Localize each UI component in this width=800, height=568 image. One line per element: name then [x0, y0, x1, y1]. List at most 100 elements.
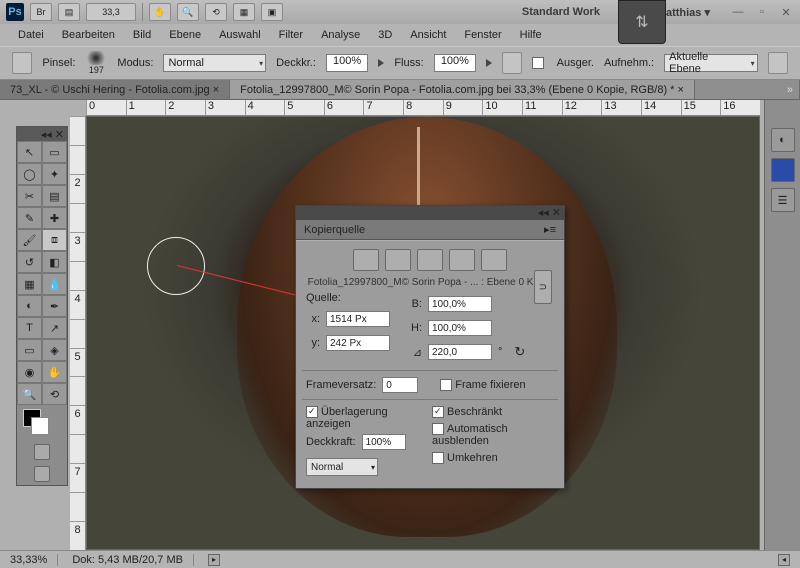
source-5-icon[interactable] [481, 249, 507, 271]
screen-mode-icon[interactable]: ▣ [261, 3, 283, 21]
autohide-checkbox[interactable] [432, 423, 444, 435]
workspace-label[interactable]: Standard Work [522, 6, 600, 18]
background-swatch[interactable] [31, 417, 49, 435]
airbrush-icon[interactable] [502, 52, 522, 74]
panel-styles-icon[interactable]: ☰ [771, 188, 795, 212]
quickmask-icon[interactable] [34, 444, 50, 460]
user-menu[interactable]: atthias ▾ [666, 6, 710, 19]
mode-dropdown[interactable]: Normal [163, 54, 266, 72]
type-tool[interactable]: T [17, 317, 42, 339]
overlay-checkbox[interactable] [306, 406, 318, 418]
zoom-icon[interactable]: 🔍 [177, 3, 199, 21]
status-flyout-icon[interactable]: ▸ [208, 554, 220, 566]
aligned-checkbox[interactable] [532, 57, 543, 69]
panel-close-icon[interactable]: ✕ [552, 206, 561, 220]
shape-tool[interactable]: ▭ [17, 339, 42, 361]
flow-field[interactable]: 100% [434, 54, 476, 72]
3d-tool[interactable]: ◈ [42, 339, 67, 361]
menu-hilfe[interactable]: Hilfe [520, 29, 542, 41]
menu-analyse[interactable]: Analyse [321, 29, 360, 41]
rotate-icon[interactable]: ⟲ [205, 3, 227, 21]
lasso-tool[interactable]: ◯ [17, 163, 42, 185]
clone-stamp-tool[interactable]: ⧈ [42, 229, 67, 251]
eraser-tool[interactable]: ◧ [42, 251, 67, 273]
pen-tool[interactable]: ✒ [42, 295, 67, 317]
ignore-adj-icon[interactable] [768, 52, 788, 74]
clipped-checkbox[interactable] [432, 406, 444, 418]
hand-icon[interactable]: ✋ [149, 3, 171, 21]
floating-panel-tab[interactable]: ⇅ [618, 0, 666, 44]
panel-collapse-icon[interactable]: ◂◂ [538, 206, 549, 220]
sample-dropdown[interactable]: Aktuelle Ebene [664, 54, 758, 72]
panel-title[interactable]: Kopierquelle [304, 224, 365, 236]
bridge-icon[interactable]: Br [30, 3, 52, 21]
y-field[interactable] [326, 335, 390, 351]
menu-bild[interactable]: Bild [133, 29, 151, 41]
tab-doc2[interactable]: Fotolia_12997800_M© Sorin Popa - Fotolia… [230, 80, 695, 99]
brush-tool[interactable]: 🖌 [17, 229, 42, 251]
zoom-tool[interactable]: 🔍 [17, 383, 42, 405]
panel-color-icon[interactable]: ◐ [771, 128, 795, 152]
close-icon[interactable]: ✕ [778, 6, 794, 18]
menu-3d[interactable]: 3D [378, 29, 392, 41]
brush-preview-icon[interactable] [85, 51, 107, 65]
wand-tool[interactable]: ✦ [42, 163, 67, 185]
panel-swatch-icon[interactable] [771, 158, 795, 182]
menu-datei[interactable]: Datei [18, 29, 44, 41]
status-doc[interactable]: Dok: 5,43 MB/20,7 MB [72, 554, 194, 566]
slice-tool[interactable]: ▤ [42, 185, 67, 207]
opacity-field[interactable]: 100% [326, 54, 368, 72]
lock-frame-checkbox[interactable] [440, 379, 452, 391]
history-icon[interactable]: ▤ [58, 3, 80, 21]
eyedropper-tool[interactable]: ✎ [17, 207, 42, 229]
maximize-icon[interactable]: ▫ [754, 6, 770, 18]
close-panel-icon[interactable]: ✕ [55, 128, 64, 141]
source-3-icon[interactable] [417, 249, 443, 271]
source-2-icon[interactable] [385, 249, 411, 271]
rotate-tool[interactable]: ⟲ [42, 383, 67, 405]
lock-ratio-icon[interactable]: ⊃ [534, 270, 552, 304]
marquee-tool[interactable]: ▭ [42, 141, 67, 163]
h-field[interactable] [428, 320, 492, 336]
menu-filter[interactable]: Filter [279, 29, 303, 41]
arrange-icon[interactable]: ▦ [233, 3, 255, 21]
invert-checkbox[interactable] [432, 452, 444, 464]
scroll-left-icon[interactable]: ◂ [778, 554, 790, 566]
blend-dropdown[interactable]: Normal [306, 458, 378, 476]
menu-ansicht[interactable]: Ansicht [410, 29, 446, 41]
crop-tool[interactable]: ✂ [17, 185, 42, 207]
tool-preset-icon[interactable] [12, 52, 32, 74]
x-field[interactable] [326, 311, 390, 327]
panel-menu-icon[interactable]: ▸≡ [544, 223, 556, 236]
heal-tool[interactable]: ✚ [42, 207, 67, 229]
menu-bearbeiten[interactable]: Bearbeiten [62, 29, 115, 41]
dodge-tool[interactable]: ◐ [17, 295, 42, 317]
p-opacity-field[interactable] [362, 434, 406, 450]
collapse-icon[interactable]: ◂◂ [41, 128, 52, 141]
menu-auswahl[interactable]: Auswahl [219, 29, 261, 41]
source-4-icon[interactable] [449, 249, 475, 271]
tab-doc1[interactable]: 73_XL - © Uschi Hering - Fotolia.com.jpg… [0, 80, 230, 99]
menu-ebene[interactable]: Ebene [169, 29, 201, 41]
3d-camera-tool[interactable]: ◉ [17, 361, 42, 383]
tab-overflow[interactable]: » [695, 80, 800, 99]
status-zoom[interactable]: 33,33% [10, 554, 58, 566]
menu-fenster[interactable]: Fenster [464, 29, 501, 41]
zoom-combo[interactable]: 33,3 [86, 3, 136, 21]
source-1-icon[interactable] [353, 249, 379, 271]
hand-tool[interactable]: ✋ [42, 361, 67, 383]
flow-flyout-icon[interactable] [486, 59, 492, 67]
angle-field[interactable] [428, 344, 492, 360]
opacity-flyout-icon[interactable] [378, 59, 384, 67]
blur-tool[interactable]: 💧 [42, 273, 67, 295]
history-brush-tool[interactable]: ↺ [17, 251, 42, 273]
frame-field[interactable] [382, 377, 418, 393]
minimize-icon[interactable]: — [730, 6, 746, 18]
path-tool[interactable]: ↗ [42, 317, 67, 339]
gradient-tool[interactable]: ▦ [17, 273, 42, 295]
reset-icon[interactable]: ↻ [514, 344, 525, 360]
color-swatches[interactable] [17, 405, 67, 441]
w-field[interactable] [428, 296, 492, 312]
move-tool[interactable]: ↖ [17, 141, 42, 163]
screenmode-tool-icon[interactable] [34, 466, 50, 482]
